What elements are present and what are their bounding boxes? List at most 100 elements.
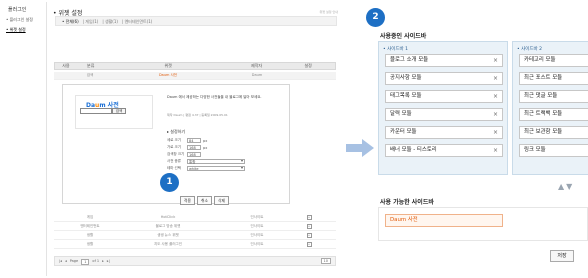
- step-1-badge: 1: [160, 173, 179, 192]
- cell-widget: 블로그 방송 위젯: [155, 224, 181, 228]
- widget-description: Daum 에서 제공하는 다양한 사전들을 내 블로그에 달아 보세요.: [167, 95, 262, 99]
- sidebar-module[interactable]: 최근 트랙백 모듈: [519, 108, 588, 121]
- sidebar-module[interactable]: 링크 모듈: [519, 144, 588, 157]
- preview-search-button[interactable]: 검색: [112, 108, 126, 114]
- setting-width: 가로 크기 168 px: [167, 145, 208, 150]
- col-header-use: 사용: [62, 63, 70, 68]
- sidebar-module[interactable]: 배너 모듈 - 티스토리 ×: [385, 144, 503, 157]
- cell-maker: 인사이트: [250, 215, 264, 219]
- page-input[interactable]: 1: [81, 259, 90, 265]
- col-header-settings: 설정: [304, 63, 312, 68]
- sidebar-module[interactable]: 최근 댓글 모듈: [519, 90, 588, 103]
- last-page-icon[interactable]: ▸|: [107, 259, 110, 265]
- step-2-badge: 2: [366, 8, 385, 27]
- tab-entertainment[interactable]: | 엔터테인먼트(1): [122, 19, 152, 25]
- sidebar-module[interactable]: 달력 모듈 ×: [385, 108, 503, 121]
- remove-icon[interactable]: ×: [493, 55, 498, 66]
- sidebar-1-list: 블로그 소개 모듈 × 공지사항 모듈 × 태그목록 모듈 × 달력 모듈 × 카운터 …: [385, 54, 503, 162]
- cell-maker: 인사이트: [250, 242, 264, 246]
- cell-widget: 지도 사용 플러그인: [154, 242, 182, 246]
- left-panel: 플러그인 • 플러그인 설정 • 위젯 설정 • 위젯 설정 위젯 설정 안내 …: [0, 0, 344, 278]
- cell-category: 검색: [86, 73, 94, 77]
- row-settings-icon[interactable]: +: [306, 233, 312, 238]
- widget-meta: 제작 Daum | 평점 4.37 | 등록일 2009.05.01: [167, 113, 228, 117]
- row-settings-icon[interactable]: +: [306, 224, 312, 229]
- widget-preview: Daum 사전 검색: [75, 95, 153, 129]
- available-sidebar-title: 사용 가능한 사이드바: [380, 199, 434, 206]
- cell-widget: 생생 뉴스 위젯: [157, 233, 179, 237]
- remove-icon[interactable]: ×: [493, 73, 498, 84]
- remove-icon[interactable]: ×: [493, 145, 498, 156]
- table-row[interactable]: 생활 생생 뉴스 위젯 인사이트 +: [54, 232, 336, 240]
- arrow-right-icon: [346, 139, 374, 157]
- nav-item-plugin-settings[interactable]: • 플러그인 설정: [6, 17, 42, 23]
- cell-category: 게임: [86, 215, 94, 219]
- category-tabs: • 전체(6) | 게임(1) | 생활(1) | 엔터테인먼트(1): [55, 16, 337, 26]
- nav-item-widget-settings[interactable]: • 위젯 설정: [6, 27, 42, 33]
- sidebar-module[interactable]: 태그목록 모듈 ×: [385, 90, 503, 103]
- left-nav: 플러그인 • 플러그인 설정 • 위젯 설정: [2, 2, 42, 278]
- using-sidebar-title: 사용중인 사이드바: [380, 33, 427, 40]
- search-size-input[interactable]: 168: [187, 152, 201, 157]
- tab-all[interactable]: • 전체(6): [62, 19, 79, 25]
- available-module-daum-dic[interactable]: Daum 사전: [385, 214, 503, 227]
- setting-search-size: 검색창 크기 168: [167, 151, 301, 158]
- save-button[interactable]: 저장: [550, 250, 574, 262]
- next-page-icon[interactable]: ▸: [102, 259, 104, 265]
- dic-type-select[interactable]: 통합: [187, 159, 245, 164]
- cell-category: 생활: [86, 242, 94, 246]
- sidebar-module[interactable]: 블로그 소개 모듈 ×: [385, 54, 503, 67]
- prev-page-icon[interactable]: ◂: [65, 259, 67, 265]
- remove-icon[interactable]: ×: [493, 109, 498, 120]
- sidebar-module[interactable]: 카테고리 모듈: [519, 54, 588, 67]
- delete-button[interactable]: 삭제: [214, 196, 229, 205]
- cancel-button[interactable]: 취소: [197, 196, 212, 205]
- sidebar-manager: 2 사용중인 사이드바 • 사이드바 1 블로그 소개 모듈 × 공지사항 모듈 ×…: [366, 0, 588, 278]
- table-row[interactable]: 검색 Daum 사전 Daum: [54, 72, 336, 80]
- col-header-category: 분류: [87, 63, 95, 68]
- cell-maker: 인사이트: [250, 233, 264, 237]
- sidebar-2-list: 카테고리 모듈 최근 포스트 모듈 최근 댓글 모듈 최근 트랙백 모듈 최근 …: [519, 54, 588, 162]
- tab-game[interactable]: | 게임(1): [83, 19, 99, 25]
- sidebar-1-header: • 사이드바 1: [383, 47, 408, 52]
- sidebar-module[interactable]: 카운터 모듈 ×: [385, 126, 503, 139]
- sidebar-module[interactable]: 최근 보관함 모듈: [519, 126, 588, 139]
- height-input[interactable]: 84: [187, 138, 201, 143]
- table-row[interactable]: 엔터테인먼트 블로그 방송 위젯 인사이트 +: [54, 223, 336, 231]
- apply-button[interactable]: 적용: [180, 196, 195, 205]
- sidebar-module[interactable]: 최근 포스트 모듈: [519, 72, 588, 85]
- cell-category: 엔터테인먼트: [80, 224, 100, 228]
- cell-widget: HotClick: [160, 215, 176, 219]
- preview-search-input[interactable]: [80, 108, 112, 114]
- settings-form: ▸ 설정하기 세로 크기 84 px 가로 크기 168 px 검색창 크기 1…: [167, 129, 301, 172]
- setting-height: 세로 크기 84 px: [167, 138, 208, 143]
- page-hint: 위젯 설정 안내: [319, 10, 338, 14]
- tab-life[interactable]: | 생활(1): [102, 19, 118, 25]
- sidebar-module[interactable]: 공지사항 모듈 ×: [385, 72, 503, 85]
- move-up-down-icon[interactable]: ▲▼: [558, 182, 574, 191]
- remove-icon[interactable]: ×: [493, 91, 498, 102]
- settings-title: ▸ 설정하기: [167, 129, 185, 134]
- setting-theme: 테마 선택 white: [167, 165, 301, 172]
- theme-select[interactable]: white: [187, 166, 245, 171]
- col-header-widget: 위젯: [164, 63, 172, 68]
- first-page-icon[interactable]: |◂: [59, 259, 62, 265]
- sidebar-column-1: • 사이드바 1 블로그 소개 모듈 × 공지사항 모듈 × 태그목록 모듈 × 달력…: [378, 41, 508, 175]
- per-page-select[interactable]: 10: [320, 258, 331, 264]
- cell-category: 생활: [86, 233, 94, 237]
- cell-widget: Daum 사전: [158, 73, 178, 77]
- table-row[interactable]: 생활 지도 사용 플러그인 인사이트 +: [54, 241, 336, 249]
- row-settings-icon[interactable]: +: [306, 215, 312, 220]
- available-sidebar-area: Daum 사전: [378, 207, 588, 241]
- page-total: of 1: [92, 259, 100, 263]
- row-settings-icon[interactable]: +: [306, 242, 312, 247]
- cell-settings: [282, 72, 336, 79]
- sidebar-column-2: • 사이드바 2 카테고리 모듈 최근 포스트 모듈 최근 댓글 모듈 최근 트…: [512, 41, 588, 175]
- nav-title: 플러그인: [8, 7, 27, 13]
- remove-icon[interactable]: ×: [493, 127, 498, 138]
- grid-header: 사용 분류 위젯 제작자 설정: [54, 62, 336, 70]
- setting-dic-type: 사전 종류 통합: [167, 158, 301, 165]
- width-input[interactable]: 168: [187, 145, 201, 150]
- cell-use: [54, 72, 76, 79]
- table-row[interactable]: 게임 HotClick 인사이트 +: [54, 214, 336, 222]
